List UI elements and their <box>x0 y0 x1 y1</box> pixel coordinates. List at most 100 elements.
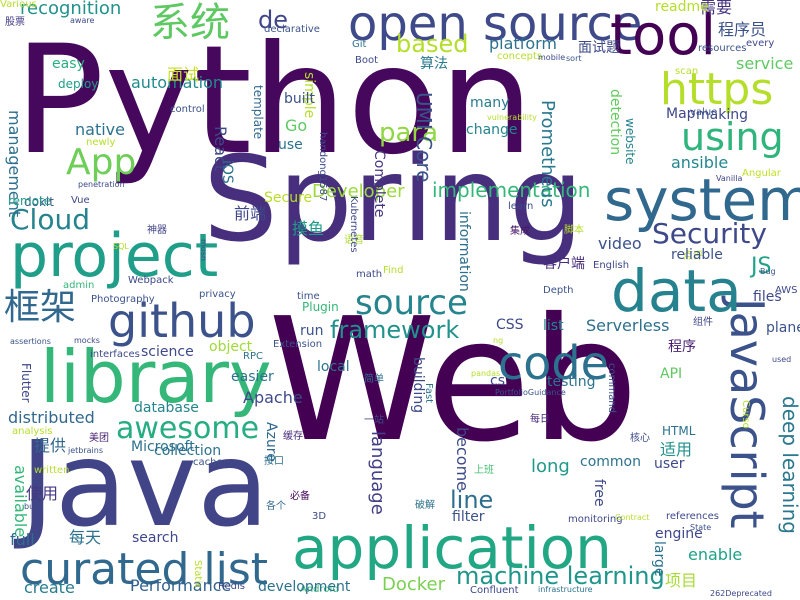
word-111: remote <box>8 194 52 208</box>
word-129: Extension <box>273 339 323 350</box>
word-60: 提供 <box>34 436 67 455</box>
word-199: jetbrains <box>68 446 104 455</box>
word-26: based <box>396 30 469 58</box>
word-114: learn <box>508 201 534 212</box>
word-116: English <box>593 260 630 271</box>
word-137: run <box>300 323 324 339</box>
word-112: Kubernetes <box>348 196 359 253</box>
word-170: readme <box>655 0 709 15</box>
word-113: information <box>456 211 472 292</box>
word-77: 神器 <box>147 225 167 236</box>
word-92: template <box>251 85 265 140</box>
word-105: website <box>623 118 637 165</box>
word-125: interfaces <box>90 349 140 360</box>
word-143: Microsoft <box>131 439 195 455</box>
word-164: Contract <box>615 513 650 522</box>
word-189: AWS <box>775 285 798 296</box>
word-97: iOS <box>219 160 235 184</box>
word-190: Bug <box>760 267 776 276</box>
word-90: easy <box>52 56 85 72</box>
word-191: used <box>772 355 792 364</box>
word-94: Go <box>285 116 308 135</box>
word-72: 客户端 <box>543 256 585 272</box>
word-153: Static <box>192 560 203 589</box>
word-76: 一站 <box>364 415 384 426</box>
word-78: 美团 <box>89 433 109 444</box>
word-36: Prometheus <box>537 100 558 208</box>
word-41: Apache <box>243 388 303 407</box>
word-66: 算法 <box>420 56 448 72</box>
word-cloud: Python Web Spring Java open source applicatio… <box>0 0 800 600</box>
word-194: PortfolioGuidance <box>495 388 566 397</box>
word-98: Complete <box>371 150 387 218</box>
word-86: 股票 <box>5 17 25 28</box>
word-165: references <box>666 511 719 522</box>
word-128: RPC <box>243 351 263 362</box>
word-18: 框架 <box>4 287 77 328</box>
word-130: easier <box>231 369 274 385</box>
word-135: list <box>543 318 564 334</box>
word-91: deploy <box>58 77 99 91</box>
word-169: 262Deprecated <box>710 589 772 598</box>
word-27: deep learning <box>778 396 800 534</box>
word-53: search <box>132 530 179 546</box>
word-154: filter <box>452 509 485 525</box>
word-100: change <box>466 122 518 138</box>
word-95: use <box>278 137 303 153</box>
word-73: 集成 <box>510 226 530 237</box>
word-195: pandas <box>471 369 501 378</box>
word-58: 每天 <box>69 528 102 547</box>
word-43: Serverless <box>586 316 670 335</box>
word-139: API <box>660 366 683 382</box>
word-187: mosn <box>199 239 208 261</box>
word-103: value <box>690 107 718 118</box>
word-118: math <box>356 269 383 280</box>
word-19: using <box>681 115 784 159</box>
word-81: 各个 <box>266 501 286 512</box>
word-156: common <box>580 454 641 470</box>
word-120: Plugin <box>302 300 339 314</box>
word-10: data <box>611 257 742 325</box>
word-123: admin <box>63 280 95 291</box>
word-57: 项目 <box>665 571 698 590</box>
word-79: 简单 <box>364 374 384 385</box>
word-193: ng <box>493 336 504 345</box>
word-147: written <box>34 465 70 476</box>
word-136: CSS <box>496 317 524 333</box>
word-17: 系统 <box>150 0 230 46</box>
word-84: 缓存 <box>283 431 303 442</box>
word-62: 摸鱼 <box>292 219 325 238</box>
word-106: Angular <box>742 168 781 179</box>
word-188: Depth <box>543 285 574 296</box>
word-88: 脚本 <box>564 225 584 236</box>
word-74: 必备 <box>290 491 310 502</box>
word-186: SQL <box>113 242 129 251</box>
word-104: detection <box>607 89 623 156</box>
word-59: 使用 <box>26 484 59 503</box>
word-93: built <box>284 91 316 107</box>
word-39: native <box>75 120 125 139</box>
word-65: 面试题 <box>578 40 620 56</box>
word-83: 核心 <box>630 433 650 444</box>
word-70: 组件 <box>693 317 713 328</box>
word-158: large <box>651 541 667 577</box>
word-149: 3D <box>312 511 327 522</box>
word-192: plane <box>766 320 800 336</box>
word-69: 程序 <box>668 339 696 355</box>
word-167: Confluent <box>470 585 519 596</box>
word-64: 面试 <box>167 65 200 84</box>
word-122: Webpack <box>128 275 174 286</box>
word-181: control <box>170 104 205 115</box>
word-171: resources <box>698 43 747 54</box>
word-183: handong1587 <box>317 132 328 202</box>
word-71: 每日 <box>530 414 550 425</box>
word-115: reliable <box>671 247 723 263</box>
word-56: full <box>10 530 35 549</box>
word-131: local <box>317 359 350 375</box>
word-109: Vue <box>71 195 90 206</box>
word-178: mobile <box>538 53 566 62</box>
word-198: build <box>24 502 44 511</box>
word-162: command <box>606 363 617 413</box>
word-180: aware <box>70 16 95 25</box>
word-151: development <box>258 579 351 595</box>
